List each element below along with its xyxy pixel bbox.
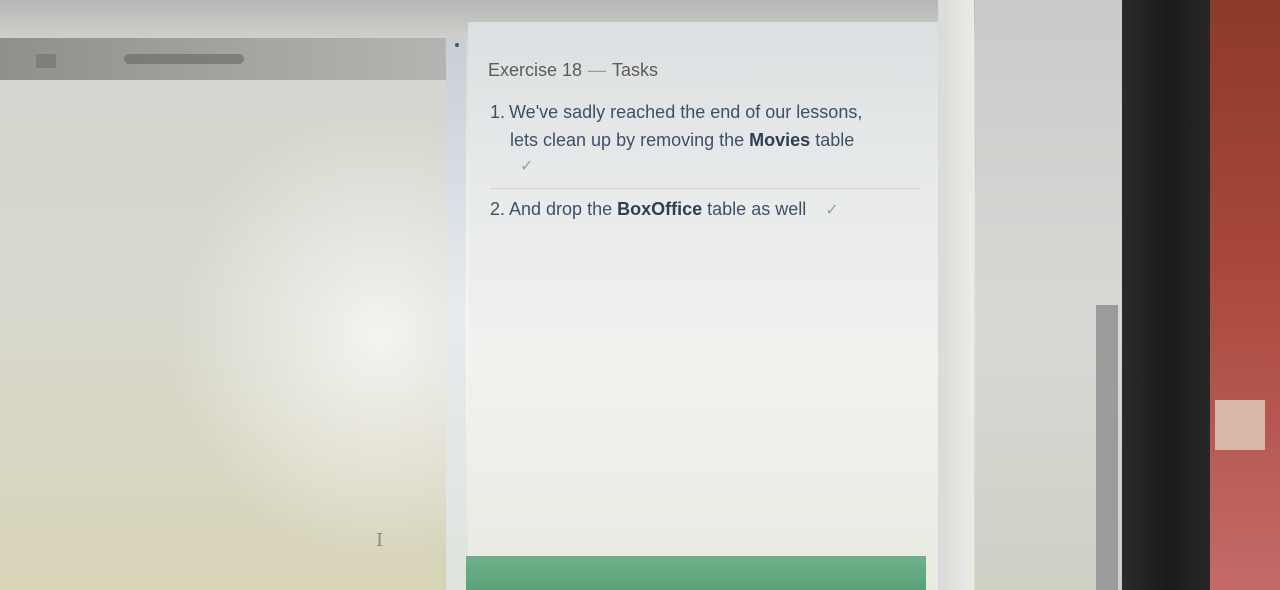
task-table-name: Movies: [749, 130, 811, 150]
text-cursor-icon: I: [376, 530, 384, 551]
task-status: ✓: [490, 154, 920, 178]
check-icon: ✓: [825, 202, 839, 219]
monitor-bezel: [1122, 0, 1214, 590]
task-table-name: BoxOffice: [617, 199, 703, 219]
section-label: Tasks: [612, 60, 659, 80]
task-text-part: lets clean up by removing the: [510, 130, 745, 150]
task-text-part: table as well: [707, 199, 807, 219]
task-text: We've sadly reached the end of our lesso…: [509, 102, 863, 122]
task-item: 1. We've sadly reached the end of our les…: [490, 98, 920, 189]
pane-divider[interactable]: [446, 38, 466, 590]
task-list: 1. We've sadly reached the end of our les…: [490, 98, 920, 235]
editor-header-icon: [36, 54, 56, 68]
background-object: [1215, 400, 1265, 450]
title-separator: —: [588, 60, 607, 80]
background-wall: [1210, 0, 1280, 590]
window-edge: [938, 0, 974, 590]
check-icon: ✓: [520, 158, 534, 175]
scrollbar-thumb[interactable]: [1096, 305, 1118, 590]
editor-header-label: [124, 54, 244, 64]
task-panel-title: Exercise 18— Tasks: [488, 60, 658, 81]
task-text-part: table: [815, 130, 855, 150]
task-item: 2. And drop the BoxOffice table as well ✓: [490, 195, 920, 235]
collapse-arrow-icon[interactable]: [455, 43, 459, 47]
task-number: 1.: [490, 102, 506, 122]
editor-pane[interactable]: [0, 38, 448, 590]
continue-button[interactable]: [466, 556, 926, 590]
task-text: And drop the: [509, 199, 613, 219]
task-text-line2: lets clean up by removing the Movies tab…: [490, 126, 920, 154]
exercise-label: Exercise 18: [488, 60, 583, 80]
task-number: 2.: [490, 199, 506, 219]
